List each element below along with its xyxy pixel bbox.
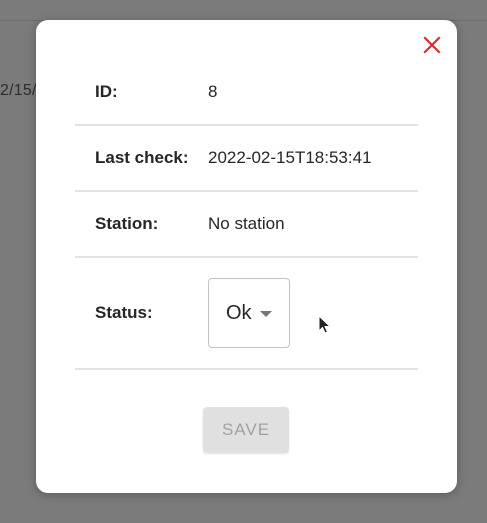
close-button[interactable] bbox=[420, 33, 444, 57]
chevron-down-icon bbox=[260, 311, 272, 317]
last-check-value: 2022-02-15T18:53:41 bbox=[208, 148, 372, 167]
last-check-label: Last check: bbox=[95, 148, 189, 167]
station-value: No station bbox=[208, 214, 285, 233]
status-selected-value: Ok bbox=[226, 301, 252, 324]
save-button[interactable]: SAVE bbox=[203, 407, 289, 453]
backdrop-date-text: 2/15/ bbox=[0, 82, 37, 99]
station-label: Station: bbox=[95, 214, 159, 233]
row-status: Status: Ok bbox=[75, 258, 418, 370]
status-select[interactable]: Ok bbox=[208, 278, 290, 348]
id-value: 8 bbox=[208, 82, 218, 101]
status-label: Status: bbox=[95, 303, 153, 322]
id-label: ID: bbox=[95, 82, 118, 101]
mouse-pointer-icon bbox=[318, 315, 332, 334]
row-station: Station: No station bbox=[75, 192, 418, 258]
edit-dialog: ID: 8 Last check: 2022-02-15T18:53:41 St… bbox=[36, 20, 457, 493]
row-id: ID: 8 bbox=[75, 60, 418, 126]
details-table: ID: 8 Last check: 2022-02-15T18:53:41 St… bbox=[75, 60, 418, 370]
close-icon bbox=[423, 36, 441, 54]
row-last-check: Last check: 2022-02-15T18:53:41 bbox=[75, 126, 418, 192]
